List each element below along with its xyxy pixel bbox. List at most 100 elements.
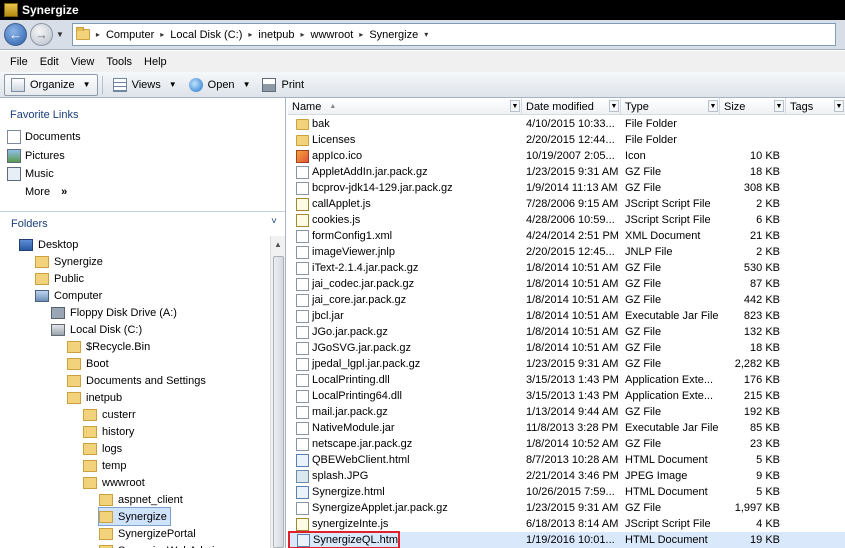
scroll-up-icon[interactable]: ▲ — [274, 240, 282, 249]
file-row[interactable]: SynergizeQL.html 1/19/2016 10:01... HTML D… — [288, 531, 845, 548]
file-row[interactable]: jai_codec.jar.pack.gz 1/8/2014 10:51 AM GZ… — [288, 276, 845, 292]
views-button[interactable]: Views ▼ — [107, 74, 183, 96]
file-name-cell[interactable]: appIco.ico — [296, 148, 522, 164]
file-row[interactable]: LocalPrinting64.dll 3/15/2013 1:43 PM Appl… — [288, 388, 845, 404]
tree-item[interactable]: Local Disk (C:) — [51, 321, 142, 338]
file-name-cell[interactable]: AppletAddIn.jar.pack.gz — [296, 164, 522, 180]
address-box[interactable]: ▸ Computer ▸ Local Disk (C:) ▸ inetpub ▸ wwwroo… — [71, 23, 836, 46]
breadcrumb-separator-icon[interactable]: ▸ — [160, 30, 164, 39]
file-row[interactable]: formConfig1.xml 4/24/2014 2:51 PM XML Docu… — [288, 228, 845, 244]
breadcrumb-item[interactable]: inetpub — [258, 29, 294, 41]
file-row[interactable]: bak 4/10/2015 10:33... File Folder — [288, 116, 845, 132]
tree-item[interactable]: Synergize — [35, 253, 103, 270]
tree-item[interactable]: SynergizeWebAdmin — [99, 542, 221, 548]
folders-header[interactable]: Folders ˅ — [0, 211, 285, 235]
favorite-link-documents[interactable]: Documents — [7, 128, 81, 146]
file-row[interactable]: cookies.js 4/28/2006 10:59... JScript Scri… — [288, 212, 845, 228]
more-links-button[interactable]: More » — [25, 186, 67, 198]
file-row[interactable]: Synergize.html 10/26/2015 7:59... HTML Doc… — [288, 484, 845, 500]
column-filter-dropdown-icon[interactable]: ▼ — [510, 100, 520, 112]
tree-item[interactable]: aspnet_client — [99, 491, 183, 508]
file-name-cell[interactable]: QBEWebClient.html — [296, 452, 522, 468]
file-row[interactable]: callApplet.js 7/28/2006 9:15 AM JScript Sc… — [288, 196, 845, 212]
file-row[interactable]: netscape.jar.pack.gz 1/8/2014 10:52 AM GZ … — [288, 436, 845, 452]
file-name-cell[interactable]: jpedal_lgpl.jar.pack.gz — [296, 356, 522, 372]
tree-item[interactable]: Floppy Disk Drive (A:) — [51, 304, 177, 321]
file-name-cell[interactable]: SynergizeQL.html — [288, 531, 400, 548]
file-name-cell[interactable]: formConfig1.xml — [296, 228, 522, 244]
tree-item[interactable]: Synergize — [98, 507, 171, 526]
column-filter-dropdown-icon[interactable]: ▼ — [834, 100, 844, 112]
column-header-date[interactable]: Date modified ▼ — [522, 98, 621, 115]
tree-item[interactable]: Public — [35, 270, 84, 287]
file-row[interactable]: LocalPrinting.dll 3/15/2013 1:43 PM Applic… — [288, 372, 845, 388]
tree-item[interactable]: Computer — [35, 287, 102, 304]
file-name-cell[interactable]: jai_core.jar.pack.gz — [296, 292, 522, 308]
menu-view[interactable]: View — [65, 56, 101, 68]
breadcrumb-separator-icon[interactable]: ▸ — [300, 30, 304, 39]
file-row[interactable]: iText-2.1.4.jar.pack.gz 1/8/2014 10:51 AM… — [288, 260, 845, 276]
scrollbar-thumb[interactable] — [273, 256, 284, 548]
breadcrumb-item[interactable]: Computer — [106, 29, 154, 41]
file-name-cell[interactable]: JGo.jar.pack.gz — [296, 324, 522, 340]
file-name-cell[interactable]: splash.JPG — [296, 468, 522, 484]
organize-button[interactable]: Organize ▼ — [4, 73, 98, 96]
file-row[interactable]: JGoSVG.jar.pack.gz 1/8/2014 10:51 AM GZ Fi… — [288, 340, 845, 356]
file-row[interactable]: jbcl.jar 1/8/2014 10:51 AM Executable Jar … — [288, 308, 845, 324]
file-name-cell[interactable]: NativeModule.jar — [296, 420, 522, 436]
file-name-cell[interactable]: synergizeInte.js — [296, 516, 522, 532]
column-header-type[interactable]: Type ▼ — [621, 98, 720, 115]
file-name-cell[interactable]: SynergizeApplet.jar.pack.gz — [296, 500, 522, 516]
file-name-cell[interactable]: bak — [296, 116, 522, 132]
file-name-cell[interactable]: LocalPrinting.dll — [296, 372, 522, 388]
breadcrumb-separator-icon[interactable]: ▸ — [359, 30, 363, 39]
file-name-cell[interactable]: LocalPrinting64.dll — [296, 388, 522, 404]
menu-edit[interactable]: Edit — [34, 56, 65, 68]
file-name-cell[interactable]: bcprov-jdk14-129.jar.pack.gz — [296, 180, 522, 196]
tree-item[interactable]: wwwroot — [83, 474, 145, 491]
breadcrumb-item[interactable]: Synergize — [369, 29, 418, 41]
tree-item[interactable]: $Recycle.Bin — [67, 338, 150, 355]
file-row[interactable]: imageViewer.jnlp 2/20/2015 12:45... JNLP F… — [288, 244, 845, 260]
file-row[interactable]: NativeModule.jar 11/8/2013 3:28 PM Executa… — [288, 420, 845, 436]
file-name-cell[interactable]: iText-2.1.4.jar.pack.gz — [296, 260, 522, 276]
breadcrumb-separator-icon[interactable]: ▸ — [96, 30, 100, 39]
address-dropdown-icon[interactable]: ▾ — [424, 30, 428, 39]
file-name-cell[interactable]: mail.jar.pack.gz — [296, 404, 522, 420]
tree-item[interactable]: SynergizePortal — [99, 525, 196, 542]
column-filter-dropdown-icon[interactable]: ▼ — [609, 100, 619, 112]
file-row[interactable]: AppletAddIn.jar.pack.gz 1/23/2015 9:31 AM… — [288, 164, 845, 180]
favorite-link-music[interactable]: Music — [7, 165, 54, 183]
file-row[interactable]: JGo.jar.pack.gz 1/8/2014 10:51 AM GZ File 1… — [288, 324, 845, 340]
menu-help[interactable]: Help — [138, 56, 173, 68]
tree-item[interactable]: Documents and Settings — [67, 372, 206, 389]
file-row[interactable]: bcprov-jdk14-129.jar.pack.gz 1/9/2014 11:… — [288, 180, 845, 196]
open-button[interactable]: Open ▼ — [183, 74, 257, 96]
menu-file[interactable]: File — [4, 56, 34, 68]
column-filter-dropdown-icon[interactable]: ▼ — [774, 100, 784, 112]
file-name-cell[interactable]: JGoSVG.jar.pack.gz — [296, 340, 522, 356]
menu-tools[interactable]: Tools — [100, 56, 138, 68]
forward-button[interactable]: → — [30, 23, 53, 46]
file-name-cell[interactable]: Licenses — [296, 132, 522, 148]
tree-item[interactable]: history — [83, 423, 134, 440]
recent-pages-dropdown-icon[interactable]: ▼ — [56, 30, 64, 39]
file-name-cell[interactable]: jbcl.jar — [296, 308, 522, 324]
file-name-cell[interactable]: jai_codec.jar.pack.gz — [296, 276, 522, 292]
file-name-cell[interactable]: callApplet.js — [296, 196, 522, 212]
breadcrumb-item[interactable]: wwwroot — [311, 29, 354, 41]
print-button[interactable]: Print — [256, 74, 310, 96]
file-row[interactable]: Licenses 2/20/2015 12:44... File Folder — [288, 132, 845, 148]
back-button[interactable]: ← — [4, 23, 27, 46]
file-name-cell[interactable]: cookies.js — [296, 212, 522, 228]
file-row[interactable]: QBEWebClient.html 8/7/2013 10:28 AM HTML D… — [288, 452, 845, 468]
tree-item[interactable]: inetpub — [67, 389, 122, 406]
favorite-link-pictures[interactable]: Pictures — [7, 147, 65, 165]
breadcrumb-separator-icon[interactable]: ▸ — [248, 30, 252, 39]
tree-item[interactable]: Boot — [67, 355, 109, 372]
tree-item[interactable]: Desktop — [19, 236, 78, 253]
file-name-cell[interactable]: Synergize.html — [296, 484, 522, 500]
column-filter-dropdown-icon[interactable]: ▼ — [708, 100, 718, 112]
tree-item[interactable]: logs — [83, 440, 122, 457]
column-header-name[interactable]: Name ▲ ▼ — [288, 98, 522, 115]
